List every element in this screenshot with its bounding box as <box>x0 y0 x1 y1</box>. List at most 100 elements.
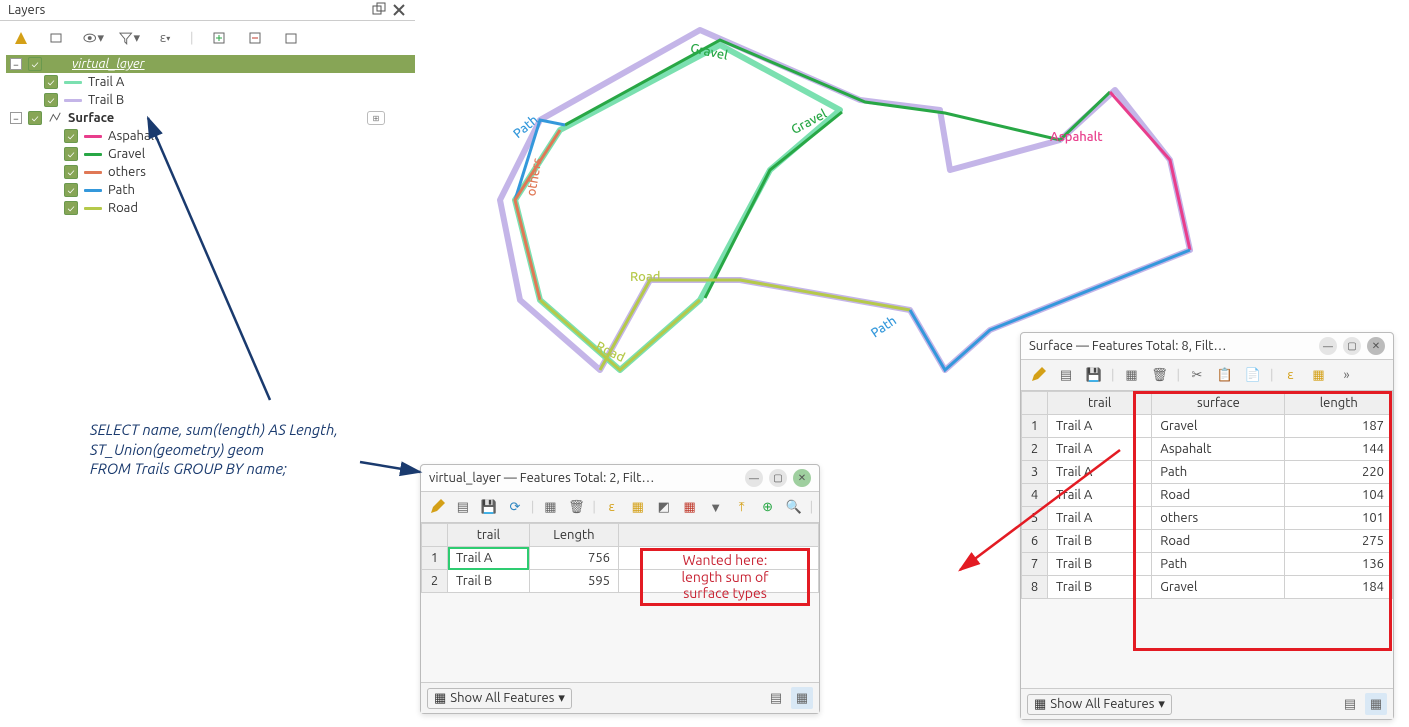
cell-length[interactable]: 275 <box>1285 530 1393 553</box>
visibility-checkbox[interactable] <box>64 183 78 197</box>
table-row[interactable]: 1Trail AGravel187 <box>1022 415 1393 438</box>
row-header[interactable]: 4 <box>1022 484 1048 507</box>
cell-length[interactable]: 144 <box>1285 438 1393 461</box>
more-icon[interactable]: » <box>1336 364 1358 386</box>
table-row[interactable]: 6Trail BRoad275 <box>1022 530 1393 553</box>
cell-length[interactable]: 220 <box>1285 461 1393 484</box>
table-row[interactable]: 5Trail Aothers101 <box>1022 507 1393 530</box>
row-header[interactable]: 6 <box>1022 530 1048 553</box>
cut-icon[interactable]: ✂ <box>1186 364 1208 386</box>
cell-length[interactable]: 136 <box>1285 553 1393 576</box>
copy-icon[interactable]: 📋 <box>1214 364 1236 386</box>
visibility-checkbox[interactable] <box>64 129 78 143</box>
cell-length[interactable]: 756 <box>529 547 618 570</box>
close-icon[interactable]: ✕ <box>1367 337 1385 355</box>
visibility-checkbox[interactable] <box>28 57 42 71</box>
visibility-checkbox[interactable] <box>64 147 78 161</box>
edit-pencil-icon[interactable] <box>1027 364 1049 386</box>
layer-gravel[interactable]: Gravel <box>60 145 415 163</box>
table-row[interactable]: 3Trail APath220 <box>1022 461 1393 484</box>
delete-selected-icon[interactable]: 🗑 <box>566 496 586 518</box>
expand-toggle[interactable]: − <box>10 58 22 70</box>
surface-table[interactable]: trail surface length 1Trail AGravel1872T… <box>1021 391 1393 599</box>
layer-road[interactable]: Road <box>60 199 415 217</box>
cell-surface[interactable]: Path <box>1152 461 1285 484</box>
column-header-length[interactable]: Length <box>529 524 618 547</box>
cell-trail[interactable]: Trail B <box>1048 530 1152 553</box>
cell-surface[interactable]: Gravel <box>1152 415 1285 438</box>
cell-trail[interactable]: Trail A <box>1048 507 1152 530</box>
minimize-icon[interactable]: — <box>1319 337 1337 355</box>
show-all-features-dropdown[interactable]: ▦ Show All Features ▾ <box>1027 694 1172 715</box>
cell-trail[interactable]: Trail B <box>1048 553 1152 576</box>
maximize-icon[interactable]: ▢ <box>1343 337 1361 355</box>
cell-length[interactable]: 595 <box>529 570 618 593</box>
cell-trail[interactable]: Trail B <box>448 570 530 593</box>
column-header-trail[interactable]: trail <box>1048 392 1152 415</box>
filter-icon[interactable]: ▼ <box>706 496 726 518</box>
layer-path[interactable]: Path <box>60 181 415 199</box>
row-header[interactable]: 3 <box>1022 461 1048 484</box>
cell-surface[interactable]: Road <box>1152 484 1285 507</box>
row-header[interactable]: 8 <box>1022 576 1048 599</box>
layer-surface[interactable]: − Surface ⊞ <box>6 109 415 127</box>
add-feature-icon[interactable]: ▦ <box>540 496 560 518</box>
cell-trail[interactable]: Trail A <box>1048 415 1152 438</box>
undock-icon[interactable] <box>371 2 387 18</box>
window-titlebar[interactable]: Surface — Features Total: 8, Filt… — ▢ ✕ <box>1021 333 1393 360</box>
multiedit-icon[interactable]: ▤ <box>453 496 473 518</box>
cell-trail[interactable]: Trail A <box>1048 438 1152 461</box>
layer-aspahalt[interactable]: Aspahalt <box>60 127 415 145</box>
row-header[interactable]: 5 <box>1022 507 1048 530</box>
window-titlebar[interactable]: virtual_layer — Features Total: 2, Filt…… <box>421 465 819 492</box>
select-expression-icon[interactable]: ε <box>1280 364 1302 386</box>
visibility-checkbox[interactable] <box>44 75 58 89</box>
cell-trail[interactable]: Trail B <box>1048 576 1152 599</box>
close-icon[interactable] <box>391 2 407 18</box>
invert-selection-icon[interactable]: ◩ <box>654 496 674 518</box>
layer-others[interactable]: others <box>60 163 415 181</box>
add-group-icon[interactable] <box>46 27 68 49</box>
select-expression-icon[interactable]: ε <box>602 496 622 518</box>
form-view-icon[interactable]: ▤ <box>765 687 787 709</box>
expand-toggle[interactable]: − <box>10 112 22 124</box>
select-all-icon[interactable]: ▦ <box>1308 364 1330 386</box>
expression-icon[interactable]: ε▾ <box>154 27 176 49</box>
paste-icon[interactable]: 📄 <box>1242 364 1264 386</box>
deselect-icon[interactable]: ▦ <box>680 496 700 518</box>
cell-trail[interactable]: Trail A <box>1048 484 1152 507</box>
row-header[interactable]: 7 <box>1022 553 1048 576</box>
row-header[interactable]: 2 <box>1022 438 1048 461</box>
move-selected-top-icon[interactable]: ⤒ <box>732 496 752 518</box>
visibility-icon[interactable]: ▾ <box>82 27 104 49</box>
close-icon[interactable]: ✕ <box>793 469 811 487</box>
table-view-icon[interactable]: ▦ <box>1365 693 1387 715</box>
delete-selected-icon[interactable]: 🗑 <box>1149 364 1171 386</box>
remove-layer-icon[interactable] <box>280 27 302 49</box>
show-all-features-dropdown[interactable]: ▦ Show All Features ▾ <box>427 688 572 709</box>
zoom-to-selected-icon[interactable]: 🔍 <box>784 496 804 518</box>
visibility-checkbox[interactable] <box>64 165 78 179</box>
cell-surface[interactable]: Aspahalt <box>1152 438 1285 461</box>
minimize-icon[interactable]: — <box>745 469 763 487</box>
table-corner[interactable] <box>422 524 448 547</box>
form-view-icon[interactable]: ▤ <box>1339 693 1361 715</box>
visibility-checkbox[interactable] <box>44 93 58 107</box>
pan-to-selected-icon[interactable]: ⊕ <box>758 496 778 518</box>
visibility-checkbox[interactable] <box>28 111 42 125</box>
style-icon[interactable] <box>10 27 32 49</box>
cell-surface[interactable]: Path <box>1152 553 1285 576</box>
maximize-icon[interactable]: ▢ <box>769 469 787 487</box>
cell-trail[interactable]: Trail A <box>448 547 530 570</box>
filter-icon[interactable]: ▾ <box>118 27 140 49</box>
add-feature-icon[interactable]: ▦ <box>1121 364 1143 386</box>
edit-pencil-icon[interactable] <box>427 496 447 518</box>
cell-surface[interactable]: Road <box>1152 530 1285 553</box>
table-row[interactable]: 4Trail ARoad104 <box>1022 484 1393 507</box>
layer-trail-b[interactable]: Trail B <box>40 91 415 109</box>
cell-length[interactable]: 187 <box>1285 415 1393 438</box>
layer-virtual-layer[interactable]: − virtual_layer <box>6 55 415 73</box>
row-header[interactable]: 1 <box>1022 415 1048 438</box>
cell-surface[interactable]: Gravel <box>1152 576 1285 599</box>
reload-icon[interactable]: ⟳ <box>505 496 525 518</box>
